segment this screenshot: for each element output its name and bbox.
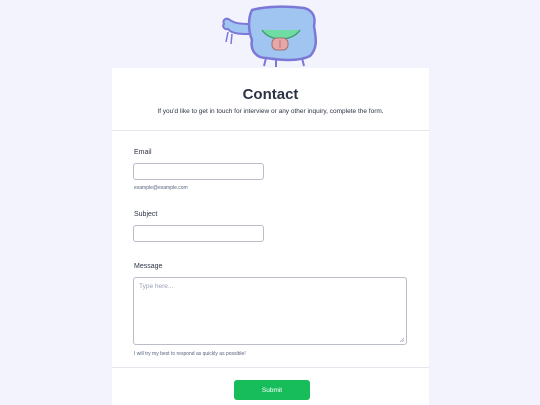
divider <box>112 367 429 368</box>
monster-mascot-logo <box>222 5 317 67</box>
message-sublabel: I will try my best to respond as quickly… <box>134 351 246 357</box>
subject-field[interactable] <box>133 225 264 242</box>
resize-handle-icon[interactable] <box>399 337 404 342</box>
email-label: Email <box>134 149 152 156</box>
email-sublabel: example@example.com <box>134 185 188 191</box>
submit-button[interactable]: Submit <box>234 380 310 400</box>
contact-form-card: Contact If you'd like to get in touch fo… <box>112 68 429 405</box>
subject-label: Subject <box>134 211 158 218</box>
message-placeholder: Type here... <box>139 283 174 290</box>
submit-button-label: Submit <box>261 386 283 394</box>
form-subtitle: If you'd like to get in touch for interv… <box>157 108 384 115</box>
form-title: Contact <box>242 86 299 103</box>
email-field[interactable] <box>133 163 264 180</box>
message-textarea[interactable]: Type here... <box>133 277 407 345</box>
message-label: Message <box>134 263 163 270</box>
form-header: Contact If you'd like to get in touch fo… <box>112 68 429 131</box>
